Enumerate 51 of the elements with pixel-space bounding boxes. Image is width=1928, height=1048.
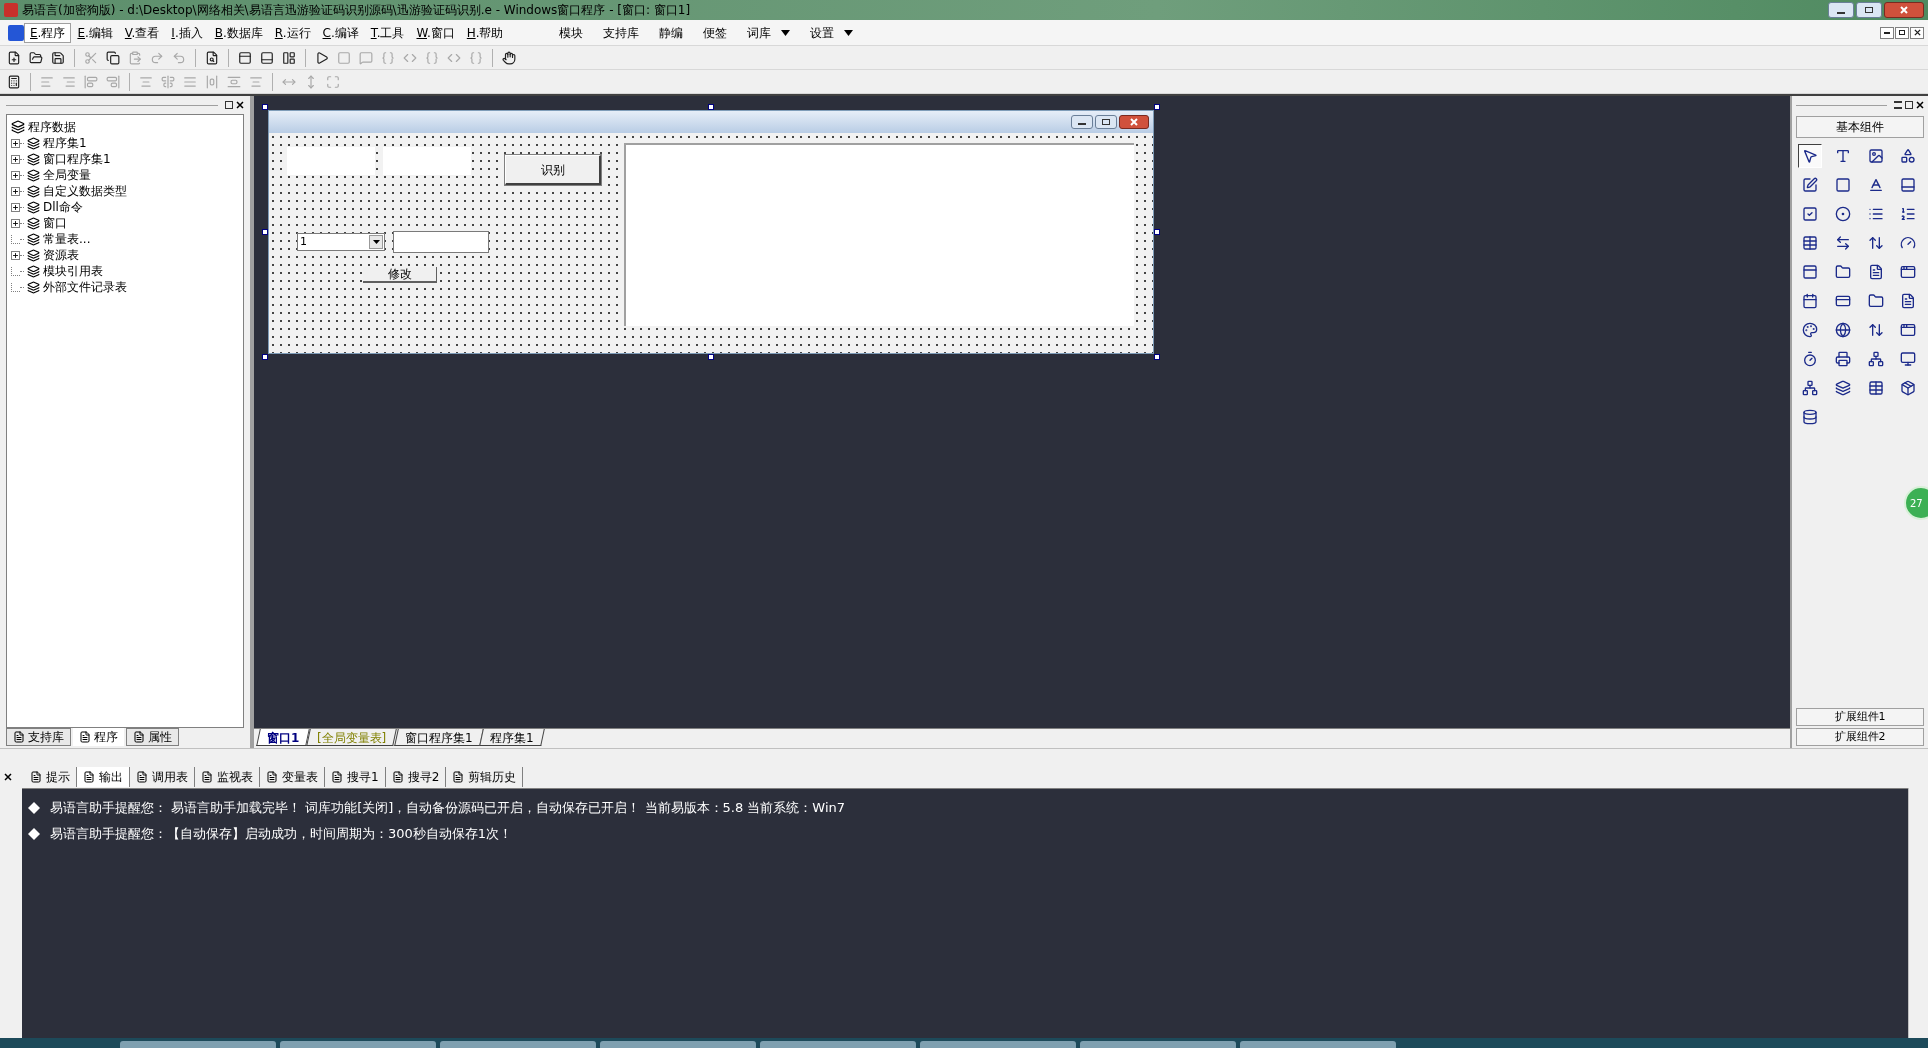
menu-item[interactable]: H.帮助 bbox=[460, 22, 510, 43]
tree-item[interactable]: 常量表... bbox=[43, 230, 91, 248]
recognize-button[interactable]: 识别 bbox=[505, 155, 601, 185]
modify-button[interactable]: 修改 bbox=[363, 267, 437, 283]
panel-tab[interactable]: 属性 bbox=[126, 728, 179, 746]
window-title: 易语言(加密狗版) - d:\Desktop\网络相关\易语言迅游验证码识别源码\迅游验证码识别.e - Windows窗口程序 - [窗口: 窗口1] bbox=[22, 2, 691, 19]
palette-tab[interactable]: 扩展组件1 bbox=[1796, 708, 1924, 726]
editor-tab[interactable]: 窗口1 bbox=[256, 729, 311, 746]
menu-item[interactable]: 设置 bbox=[810, 23, 854, 42]
counter-badge: 27 bbox=[1904, 486, 1928, 520]
panel-tab[interactable]: 程序 bbox=[73, 728, 124, 746]
palette-title: 基本组件 bbox=[1796, 116, 1924, 138]
tree-item[interactable]: 外部文件记录表 bbox=[43, 278, 127, 296]
tree-item[interactable]: 程序集1 bbox=[43, 134, 87, 152]
output-line: 易语言助手提醒您：【自动保存】启动成功，时间周期为：300秒自动保存1次！ bbox=[50, 825, 513, 844]
editor-tab[interactable]: [全局变量表] bbox=[306, 729, 398, 746]
tree-item[interactable]: 模块引用表 bbox=[43, 262, 103, 280]
menu-item[interactable]: 词库 bbox=[747, 23, 791, 42]
menu-item[interactable]: 支持库 bbox=[603, 23, 640, 42]
tree-item[interactable]: 窗口 bbox=[43, 214, 67, 232]
menu-item[interactable]: W.窗口 bbox=[410, 22, 461, 43]
menu-item[interactable]: C.编译 bbox=[316, 22, 365, 43]
menu-item[interactable]: E.编辑 bbox=[71, 22, 119, 43]
menu-item[interactable]: B.数据库 bbox=[208, 22, 269, 43]
tree-item[interactable]: 自定义数据类型 bbox=[43, 182, 127, 200]
menu-item[interactable]: I.插入 bbox=[165, 22, 209, 43]
tree-item[interactable]: 资源表 bbox=[43, 246, 79, 264]
panel-tab[interactable]: 支持库 bbox=[6, 728, 71, 746]
output-line: 易语言助手提醒您： 易语言助手加载完毕！ 词库功能[关闭]，自动备份源码已开启，自动保存已开启！ 当前易版本：5.8 当前系统：Win7 bbox=[50, 799, 846, 818]
tree-item[interactable]: 窗口程序集1 bbox=[43, 150, 111, 168]
tree-item[interactable]: Dll命令 bbox=[43, 198, 83, 216]
tree-item[interactable]: 程序数据 bbox=[28, 118, 76, 136]
output-tab[interactable]: 监视表 bbox=[195, 767, 260, 787]
menu-item[interactable]: E.程序 bbox=[24, 22, 72, 43]
menu-item[interactable]: T.工具 bbox=[364, 22, 411, 43]
output-tab[interactable]: 变量表 bbox=[260, 767, 325, 787]
menu-item[interactable]: V.查看 bbox=[118, 22, 166, 43]
palette-tab[interactable]: 扩展组件2 bbox=[1796, 728, 1924, 746]
editor-tab[interactable]: 程序集1 bbox=[479, 729, 545, 746]
menu-item[interactable]: 便签 bbox=[703, 23, 728, 42]
output-tab[interactable]: 搜寻1 bbox=[325, 767, 386, 787]
editor-tab[interactable]: 窗口程序集1 bbox=[393, 729, 484, 746]
menu-item[interactable]: 静编 bbox=[659, 23, 684, 42]
tree-item[interactable]: 全局变量 bbox=[43, 166, 91, 184]
menu-item[interactable]: 模块 bbox=[559, 23, 584, 42]
output-tab[interactable]: 剪辑历史 bbox=[446, 767, 524, 787]
output-tab[interactable]: 调用表 bbox=[130, 767, 195, 787]
menu-item[interactable]: R.运行 bbox=[268, 22, 317, 43]
output-tab[interactable]: 输出 bbox=[77, 767, 130, 787]
output-tab[interactable]: 搜寻2 bbox=[385, 767, 447, 787]
combo-box[interactable]: 1 bbox=[297, 233, 385, 251]
